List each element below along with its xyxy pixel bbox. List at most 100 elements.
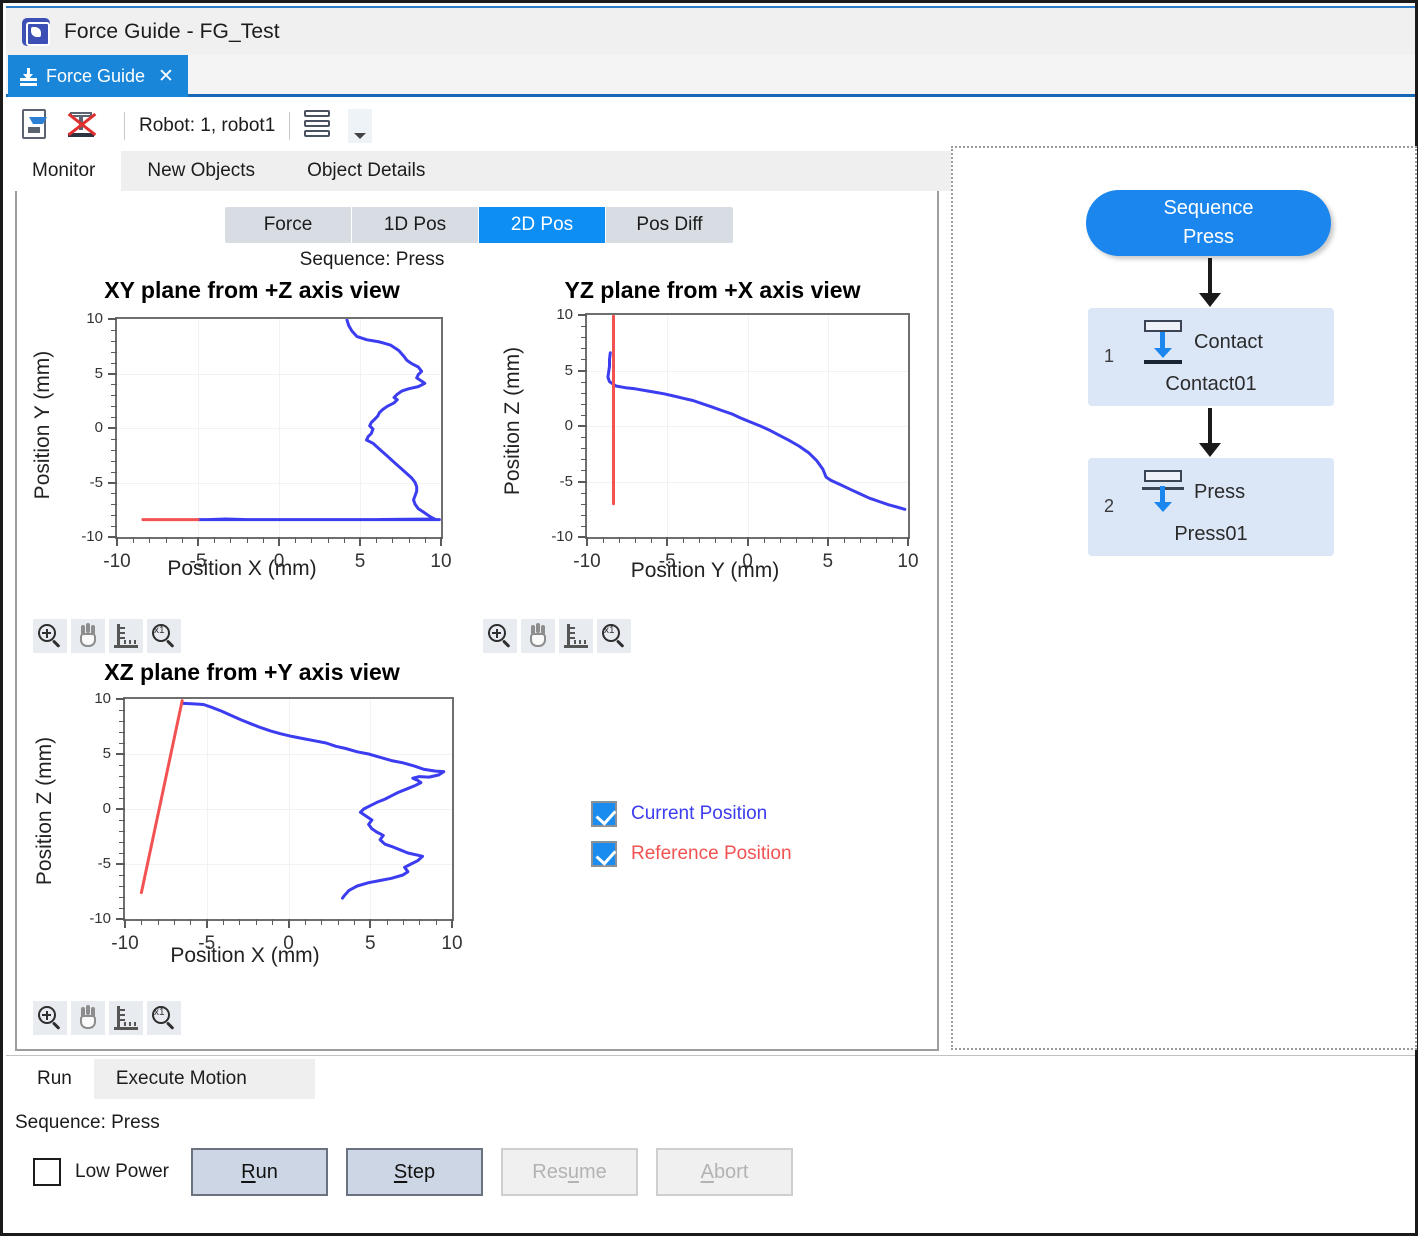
pan-hand-icon[interactable] (521, 619, 555, 653)
x-tick (907, 537, 909, 546)
zoom-in-icon[interactable] (33, 1001, 67, 1035)
x-minor-tick (141, 919, 142, 925)
pan-hand-icon[interactable] (71, 1001, 105, 1035)
tab-object-details[interactable]: Object Details (281, 151, 451, 191)
bottom-tab-execute-motion-label: Execute Motion (116, 1068, 247, 1090)
chart-xz-plot-area[interactable]: 1050-5-10-10-50510 (123, 697, 454, 921)
chart-xy-plot-area[interactable]: 1050-5-10-10-50510 (115, 317, 443, 539)
chevron-down-icon[interactable] (348, 109, 372, 143)
bottom-tab-execute-motion[interactable]: Execute Motion (94, 1059, 269, 1099)
y-tick (578, 314, 587, 316)
toolbar-separator-2 (289, 112, 290, 140)
pill-1d-pos-label: 1D Pos (384, 214, 446, 235)
x-tick (197, 537, 199, 546)
pill-force[interactable]: Force (225, 207, 352, 243)
x-minor-tick (354, 919, 355, 925)
pill-2d-pos[interactable]: 2D Pos (479, 207, 606, 243)
zoom-reset-icon[interactable]: x1 (147, 619, 181, 653)
tab-new-objects[interactable]: New Objects (121, 151, 281, 191)
x-tick-label: 10 (883, 551, 933, 573)
chart-yz-plot-area[interactable]: 1050-5-10-10-50510 (585, 313, 910, 539)
low-power-label: Low Power (75, 1161, 169, 1183)
x-minor-tick (174, 919, 175, 925)
monitor-panel: Force 1D Pos 2D Pos Pos Diff Sequence: P… (15, 191, 939, 1051)
document-tab-force-guide[interactable]: Force Guide ✕ (8, 55, 188, 97)
document-tab-label: Force Guide (46, 66, 145, 87)
save-document-icon[interactable] (22, 109, 56, 143)
legend-label-current-position: Current Position (631, 803, 767, 825)
y-tick-label: -10 (71, 910, 111, 927)
x-minor-tick (403, 919, 404, 925)
bottom-tab-bar: Run Execute Motion (15, 1059, 315, 1099)
legend-row-current-position[interactable]: Current Position (591, 801, 792, 827)
sequence-step-1-op-label: Contact (1194, 331, 1263, 354)
axes-ruler-icon[interactable] (109, 1001, 143, 1035)
sequence-step-2[interactable]: 2 Press Press01 (1088, 458, 1334, 556)
legend-row-reference-position[interactable]: Reference Position (591, 841, 792, 867)
y-tick (116, 698, 125, 700)
checkbox-reference-position[interactable] (591, 841, 617, 867)
sequence-step-2-name: Press01 (1088, 523, 1334, 546)
chart-yz-ylabel: Position Z (mm) (501, 331, 525, 511)
x-tick-label: 10 (416, 551, 466, 573)
step-button[interactable]: Step (346, 1148, 483, 1196)
sequence-step-1[interactable]: 1 Contact Contact01 (1088, 308, 1334, 406)
sequence-flow-panel: Sequence Press 1 Contact Contact01 2 Pre… (951, 146, 1417, 1050)
x-minor-tick (182, 537, 183, 543)
chart-yz-plane: YZ plane from +X axis view Position Z (m… (485, 277, 940, 597)
x-minor-tick (338, 919, 339, 925)
tab-monitor[interactable]: Monitor (6, 151, 121, 191)
x-minor-tick (305, 919, 306, 925)
x-minor-tick (214, 537, 215, 543)
x-minor-tick (190, 919, 191, 925)
x-tick-label: -5 (173, 551, 223, 573)
sequence-start-node[interactable]: Sequence Press (1086, 190, 1331, 256)
x-minor-tick (603, 537, 604, 543)
sequence-start-line2: Press (1183, 223, 1234, 252)
pill-1d-pos[interactable]: 1D Pos (352, 207, 479, 243)
x-tick (827, 537, 829, 546)
zoom-in-icon[interactable] (483, 619, 517, 653)
x-minor-tick (731, 537, 732, 543)
y-tick-label: -5 (71, 855, 111, 872)
x-tick-label: 5 (803, 551, 853, 573)
checkbox-low-power[interactable] (33, 1158, 61, 1186)
x-tick-label: 5 (345, 933, 395, 955)
bottom-tab-run-label: Run (37, 1068, 72, 1090)
x-minor-tick (158, 919, 159, 925)
x-minor-tick (619, 537, 620, 543)
zoom-reset-icon[interactable]: x1 (597, 619, 631, 653)
x-minor-tick (860, 537, 861, 543)
x-tick (369, 919, 371, 928)
chart-xz-plane: XZ plane from +Y axis view Position Z (m… (17, 659, 487, 984)
robot-selector-label[interactable]: Robot: 1, robot1 (139, 115, 275, 137)
close-icon[interactable]: ✕ (158, 65, 174, 88)
rack-list-icon[interactable] (304, 109, 338, 143)
y-tick-label: 5 (533, 362, 573, 379)
x-minor-tick (683, 537, 684, 543)
axes-ruler-icon[interactable] (559, 619, 593, 653)
x-tick-label: 5 (335, 551, 385, 573)
run-button[interactable]: Run (191, 1148, 328, 1196)
bottom-tab-run[interactable]: Run (15, 1059, 94, 1099)
axes-ruler-icon[interactable] (109, 619, 143, 653)
x-minor-tick (223, 919, 224, 925)
tab-monitor-label: Monitor (32, 160, 95, 182)
pill-pos-diff-label: Pos Diff (636, 214, 702, 235)
chart-xz-ylabel: Position Z (mm) (33, 721, 57, 901)
x-tick (359, 537, 361, 546)
robot-disabled-icon[interactable] (66, 109, 100, 143)
pan-hand-icon[interactable] (71, 619, 105, 653)
y-tick-label: 10 (63, 310, 103, 327)
y-tick (578, 370, 587, 372)
x-tick-label: -5 (182, 933, 232, 955)
zoom-in-icon[interactable] (33, 619, 67, 653)
checkbox-current-position[interactable] (591, 801, 617, 827)
x-minor-tick (311, 537, 312, 543)
sequence-arrow-2 (1208, 408, 1212, 444)
series-current-position (198, 320, 439, 519)
y-tick (108, 373, 117, 375)
y-tick-label: -5 (533, 473, 573, 490)
pill-pos-diff[interactable]: Pos Diff (606, 207, 733, 243)
zoom-reset-icon[interactable]: x1 (147, 1001, 181, 1035)
